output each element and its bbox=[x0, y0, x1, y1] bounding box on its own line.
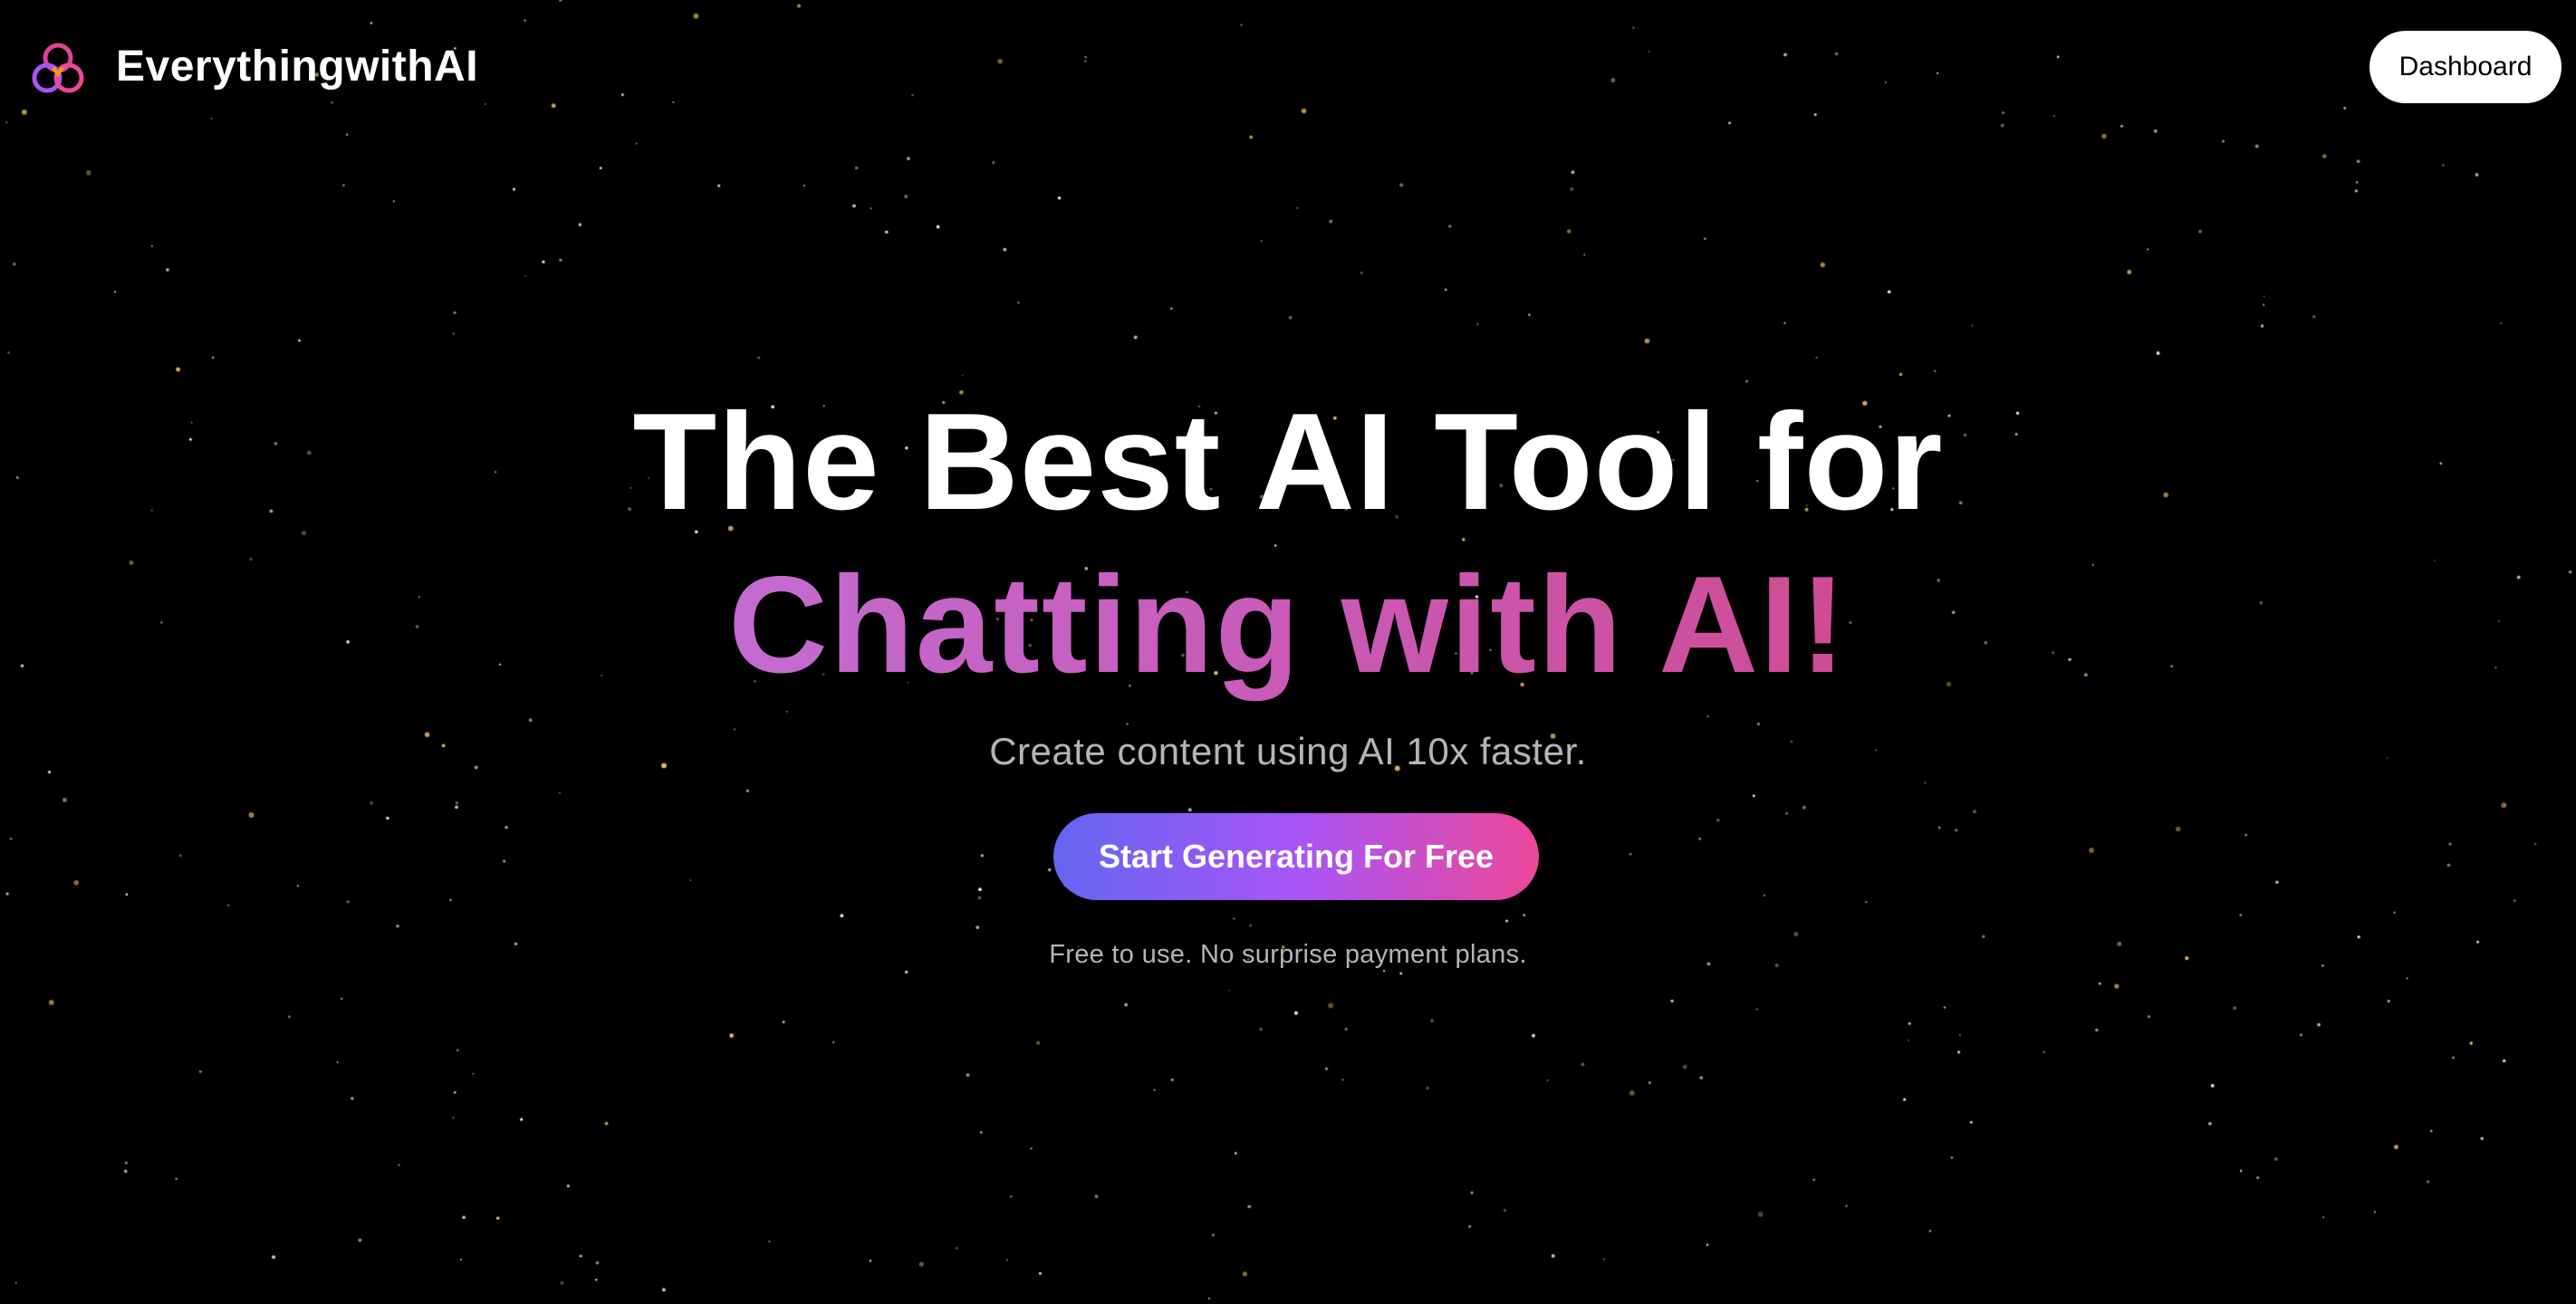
top-navbar: EverythingwithAI Dashboard bbox=[0, 0, 2576, 136]
triple-ring-logo-icon[interactable] bbox=[27, 38, 89, 100]
hero-section: The Best AI Tool for Chatting with AI! C… bbox=[0, 0, 2576, 1304]
brand-name[interactable]: EverythingwithAI bbox=[116, 40, 478, 94]
hero-headline-line2: Chatting with AI! bbox=[0, 543, 2576, 706]
pricing-footnote: Free to use. No surprise payment plans. bbox=[1049, 940, 1527, 969]
start-generating-button[interactable]: Start Generating For Free bbox=[1053, 813, 1539, 900]
hero-subtitle: Create content using AI 10x faster. bbox=[989, 730, 1587, 772]
dashboard-button[interactable]: Dashboard bbox=[2369, 31, 2562, 103]
hero-headline-line1: The Best AI Tool for bbox=[632, 385, 1944, 539]
hero-headline-accent: Chatting with AI! bbox=[728, 548, 1848, 702]
